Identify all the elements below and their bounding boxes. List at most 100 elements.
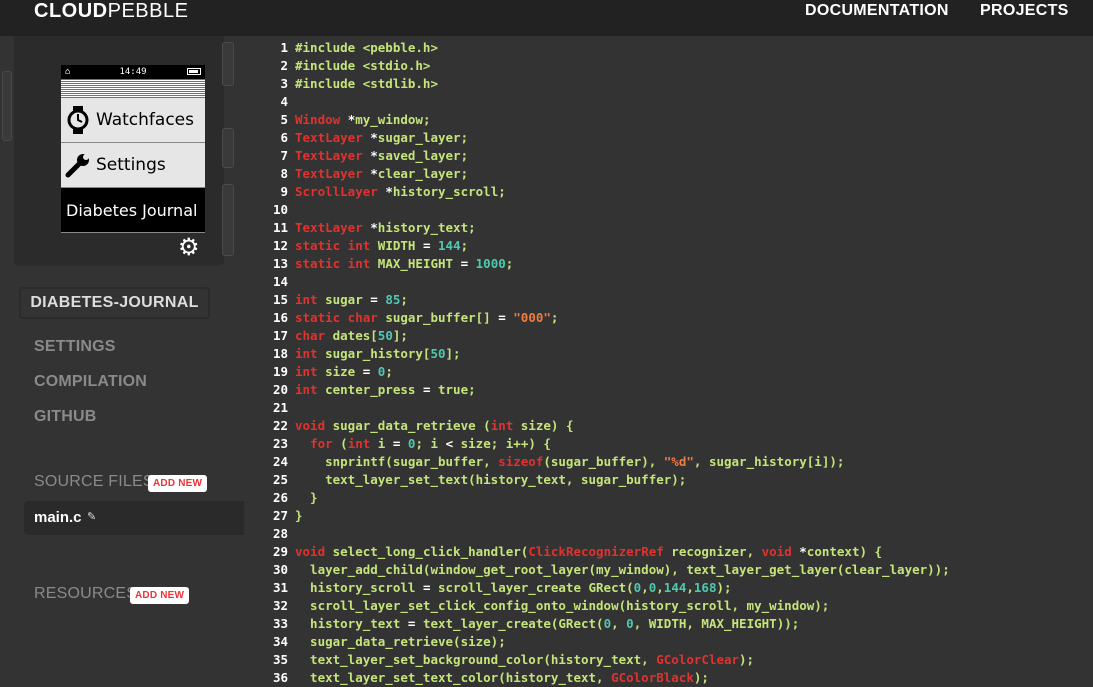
line-number: 17	[272, 328, 288, 343]
code-line[interactable]: 36 text_layer_set_text_color(history_tex…	[244, 669, 1093, 687]
code-line[interactable]: 5 Window *my_window;	[244, 111, 1093, 129]
sidebar-link-compilation[interactable]: COMPILATION	[34, 373, 147, 391]
back-button[interactable]	[2, 71, 12, 141]
code-line[interactable]: 2 #include <stdio.h>	[244, 57, 1093, 75]
code-line[interactable]: 3 #include <stdlib.h>	[244, 75, 1093, 93]
top-bar: CLOUDPEBBLE DOCUMENTATION PROJECTS	[0, 0, 1093, 36]
line-number: 30	[272, 562, 288, 577]
code-line[interactable]: 6 TextLayer *sugar_layer;	[244, 129, 1093, 147]
project-name[interactable]: DIABETES-JOURNAL	[19, 287, 210, 319]
line-number: 12	[272, 238, 288, 253]
watch-icon	[65, 106, 91, 134]
code-line[interactable]: 28	[244, 525, 1093, 543]
code-line[interactable]: 19 int size = 0;	[244, 363, 1093, 381]
menu-header-pattern	[61, 79, 205, 98]
code-text: TextLayer *history_text;	[295, 220, 476, 235]
logo-rest-text: PEBBLE	[107, 0, 189, 22]
code-text: ScrollLayer *history_scroll;	[295, 184, 506, 199]
battery-icon	[187, 68, 201, 75]
gear-icon[interactable]: ⚙	[178, 234, 200, 262]
code-text: TextLayer *clear_layer;	[295, 166, 469, 181]
code-line[interactable]: 24 snprintf(sugar_buffer, sizeof(sugar_b…	[244, 453, 1093, 471]
resources-heading: RESOURCES	[34, 585, 138, 602]
code-text: int sugar_history[50];	[295, 346, 461, 361]
code-line[interactable]: 12 static int WIDTH = 144;	[244, 237, 1093, 255]
line-number: 7	[280, 148, 288, 163]
code-text: void sugar_data_retrieve (int size) {	[295, 418, 574, 433]
code-line[interactable]: 33 history_text = text_layer_create(GRec…	[244, 615, 1093, 633]
code-line[interactable]: 15 int sugar = 85;	[244, 291, 1093, 309]
wrench-icon	[65, 152, 91, 178]
sidebar: ⌂ 14:49 Watchfaces Settings Diabetes Jou…	[0, 36, 244, 687]
code-text: text_layer_set_background_color(history_…	[295, 652, 755, 667]
code-line[interactable]: 16 static char sugar_buffer[] = "000";	[244, 309, 1093, 327]
code-text: history_scroll = scroll_layer_create GRe…	[295, 580, 732, 595]
code-line[interactable]: 23 for (int i = 0; i < size; i++) {	[244, 435, 1093, 453]
nav-documentation[interactable]: DOCUMENTATION	[805, 2, 949, 20]
line-number: 5	[280, 112, 288, 127]
code-line[interactable]: 29 void select_long_click_handler(ClickRe…	[244, 543, 1093, 561]
file-name: main.c	[34, 509, 82, 526]
select-button[interactable]	[222, 128, 234, 168]
code-line[interactable]: 34 sugar_data_retrieve(size);	[244, 633, 1093, 651]
code-line[interactable]: 20 int center_press = true;	[244, 381, 1093, 399]
down-button[interactable]	[222, 184, 234, 256]
line-number: 34	[272, 634, 288, 649]
add-source-file-button[interactable]: ADD NEW	[148, 475, 208, 492]
code-line[interactable]: 27}	[244, 507, 1093, 525]
code-line[interactable]: 7 TextLayer *saved_layer;	[244, 147, 1093, 165]
line-number: 4	[280, 94, 288, 109]
watch-menu-item-diabetes-journal: Diabetes Journal	[61, 188, 205, 233]
up-button[interactable]	[222, 42, 234, 86]
code-line[interactable]: 9 ScrollLayer *history_scroll;	[244, 183, 1093, 201]
code-line[interactable]: 35 text_layer_set_background_color(histo…	[244, 651, 1093, 669]
line-number: 2	[280, 58, 288, 73]
code-line[interactable]: 26 }	[244, 489, 1093, 507]
code-line[interactable]: 4	[244, 93, 1093, 111]
line-number: 8	[280, 166, 288, 181]
line-number: 9	[280, 184, 288, 199]
code-line[interactable]: 32 scroll_layer_set_click_config_onto_wi…	[244, 597, 1093, 615]
code-text: #include <pebble.h>	[295, 40, 438, 55]
line-number: 6	[280, 130, 288, 145]
source-files-heading: SOURCE FILES	[34, 473, 154, 490]
code-line[interactable]: 21	[244, 399, 1093, 417]
sidebar-link-github[interactable]: GITHUB	[34, 408, 97, 426]
code-text: TextLayer *sugar_layer;	[295, 130, 469, 145]
line-number: 1	[280, 40, 288, 55]
code-line[interactable]: 31 history_scroll = scroll_layer_create …	[244, 579, 1093, 597]
logo-bold-text: CLOUD	[34, 0, 108, 22]
edit-icon[interactable]: ✎	[87, 510, 96, 523]
code-line[interactable]: 18 int sugar_history[50];	[244, 345, 1093, 363]
sidebar-link-settings[interactable]: SETTINGS	[34, 338, 116, 356]
code-line[interactable]: 1 #include <pebble.h>	[244, 39, 1093, 57]
code-text: snprintf(sugar_buffer, sizeof(sugar_buff…	[295, 454, 845, 469]
code-line[interactable]: 13 static int MAX_HEIGHT = 1000;	[244, 255, 1093, 273]
watch-screen: ⌂ 14:49 Watchfaces Settings Diabetes Jou…	[61, 65, 205, 233]
code-text: }	[295, 508, 303, 523]
code-line[interactable]: 10	[244, 201, 1093, 219]
code-text: Window *my_window;	[295, 112, 431, 127]
line-number: 22	[272, 418, 288, 433]
line-number: 36	[272, 670, 288, 685]
nav-projects[interactable]: PROJECTS	[980, 2, 1069, 20]
add-resource-button[interactable]: ADD NEW	[130, 587, 190, 604]
cloudpebble-logo[interactable]: CLOUDPEBBLE	[34, 0, 188, 22]
code-line[interactable]: 25 text_layer_set_text(history_text, sug…	[244, 471, 1093, 489]
code-line[interactable]: 8 TextLayer *clear_layer;	[244, 165, 1093, 183]
code-text: int size = 0;	[295, 364, 393, 379]
code-editor[interactable]: 1 #include <pebble.h> 2 #include <stdio.h> 3…	[244, 36, 1093, 687]
line-number: 31	[272, 580, 288, 595]
code-line[interactable]: 30 layer_add_child(window_get_root_layer…	[244, 561, 1093, 579]
code-text: }	[295, 490, 318, 505]
code-text: int center_press = true;	[295, 382, 476, 397]
line-number: 28	[272, 526, 288, 541]
code-line[interactable]: 17 char dates[50];	[244, 327, 1093, 345]
code-line[interactable]: 14	[244, 273, 1093, 291]
code-line[interactable]: 11 TextLayer *history_text;	[244, 219, 1093, 237]
file-item-main-c[interactable]: main.c ✎	[24, 501, 244, 535]
code-text: scroll_layer_set_click_config_onto_windo…	[295, 598, 830, 613]
line-number: 25	[272, 472, 288, 487]
code-line[interactable]: 22 void sugar_data_retrieve (int size) {	[244, 417, 1093, 435]
line-number: 23	[272, 436, 288, 451]
